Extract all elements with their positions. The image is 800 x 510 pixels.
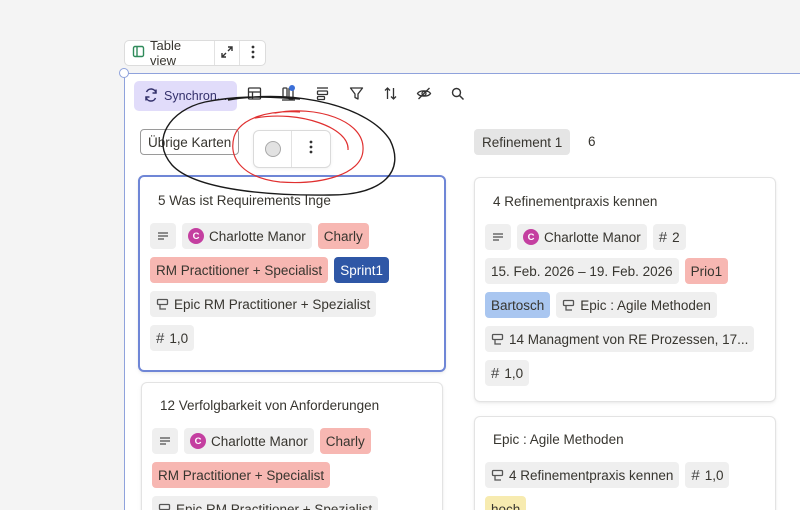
tag-chip: RM Practitioner + Specialist (150, 257, 329, 283)
person-name: Charlotte Manor (211, 433, 308, 449)
hide-properties-button[interactable] (407, 81, 441, 111)
column-more-button[interactable] (292, 131, 330, 167)
epic-label: Epic : Agile Methoden (580, 297, 711, 313)
person-name: Charlotte Manor (544, 229, 641, 245)
relation-icon (563, 299, 575, 311)
number-value: 1,0 (169, 330, 189, 346)
sync-button[interactable]: Synchron... (134, 81, 238, 111)
relation-icon (491, 469, 504, 481)
link-chip: 14 Managment von RE Prozessen, 17... (485, 326, 755, 352)
view-label: Table view (150, 38, 182, 68)
filter-button[interactable] (339, 81, 373, 111)
card-title: 5 Was ist Requirements Inge (158, 193, 331, 208)
avatar: C (190, 433, 206, 449)
number-value: 1,0 (704, 467, 724, 483)
more-vertical-icon (251, 45, 255, 62)
number-icon: # (491, 364, 500, 382)
view-switcher: Table view (124, 38, 266, 68)
avatar: C (523, 229, 539, 245)
date-chip: 15. Feb. 2026 – 19. Feb. 2026 (485, 258, 679, 284)
expand-icon (221, 45, 233, 61)
sort-icon (383, 86, 398, 106)
link-label: 14 Managment von RE Prozessen, 17... (509, 331, 749, 347)
avatar: C (188, 228, 204, 244)
person-chip: C Charlotte Manor (182, 223, 312, 249)
group-button[interactable] (271, 81, 305, 111)
table-view-icon (132, 45, 145, 61)
epic-label: Epic RM Practitioner + Spezialist (176, 501, 373, 510)
person-name: Charlotte Manor (209, 228, 306, 244)
epic-chip: Epic RM Practitioner + Spezialist (150, 291, 377, 317)
table-layout-icon (247, 86, 262, 106)
sprint-chip: Sprint1 (334, 257, 389, 283)
count-chip: # 2 (652, 224, 686, 250)
number-chip: # 1,0 (485, 360, 530, 386)
person-chip: C Charlotte Manor (517, 224, 647, 250)
search-button[interactable] (441, 81, 475, 111)
count-value: 2 (672, 229, 680, 245)
description-chip (152, 428, 178, 454)
column-options-popover (253, 130, 331, 168)
card-title: 4 Refinementpraxis kennen (493, 194, 658, 209)
card-title: Epic : Agile Methoden (493, 432, 624, 447)
column-title: Übrige Karten (148, 134, 232, 150)
person-chip: C Charlotte Manor (184, 428, 314, 454)
number-icon: # (658, 228, 668, 246)
number-chip: # 1,0 (150, 325, 195, 351)
number-icon: # (691, 466, 700, 484)
description-chip (485, 224, 511, 250)
description-chip (150, 223, 176, 249)
relation-icon (156, 298, 169, 310)
tag-chip: Charly (317, 223, 369, 249)
card-layout-button[interactable] (305, 81, 339, 111)
board-card[interactable]: 4 Refinementpraxis kennen C Charlotte Ma… (474, 177, 776, 402)
more-vertical-icon (309, 140, 313, 159)
column-header-uebrige-karten[interactable]: Übrige Karten (140, 129, 240, 155)
align-icon (315, 86, 330, 106)
sync-label: Synchron... (164, 89, 228, 103)
resize-handle[interactable] (119, 68, 129, 78)
text-lines-icon (493, 233, 503, 241)
text-lines-icon (160, 437, 170, 445)
epic-chip: Epic : Agile Methoden (556, 292, 717, 318)
board-toolbar: Synchron... (134, 81, 475, 111)
sync-icon (144, 87, 158, 105)
board-card[interactable]: 12 Verfolgbarkeit von Anforderungen C Ch… (141, 382, 443, 510)
eye-off-icon (416, 86, 432, 106)
sort-button[interactable] (373, 81, 407, 111)
text-lines-icon (158, 232, 168, 240)
expand-button[interactable] (215, 41, 241, 65)
column-color-button[interactable] (254, 131, 292, 167)
number-value: 1,0 (504, 365, 524, 381)
relation-icon (491, 333, 504, 345)
tag-chip: hoch (485, 496, 527, 510)
column-title: Refinement 1 (482, 134, 563, 150)
color-circle-icon (264, 141, 281, 157)
view-selector[interactable]: Table view (125, 38, 216, 68)
tag-chip: Charly (319, 428, 371, 454)
tag-chip: RM Practitioner + Specialist (152, 462, 331, 488)
number-icon: # (156, 329, 165, 347)
board-card[interactable]: Epic : Agile Methoden 4 Refinementpraxis… (474, 416, 776, 510)
view-more-button[interactable] (240, 41, 265, 65)
priority-chip: Prio1 (684, 258, 729, 284)
layout-button[interactable] (237, 81, 271, 111)
owner-chip: Bartosch (485, 292, 551, 318)
relation-icon (158, 503, 171, 510)
epic-chip: Epic RM Practitioner + Spezialist (152, 496, 379, 510)
board-card[interactable]: 5 Was ist Requirements Inge C Charlotte … (138, 175, 446, 372)
epic-label: Epic RM Practitioner + Spezialist (174, 296, 371, 312)
column-count: 6 (588, 134, 596, 149)
link-label: 4 Refinementpraxis kennen (509, 467, 674, 483)
search-icon (451, 87, 465, 106)
column-header-refinement-1[interactable]: Refinement 1 (474, 129, 571, 155)
card-title: 12 Verfolgbarkeit von Anforderungen (160, 398, 380, 413)
link-chip: 4 Refinementpraxis kennen (485, 462, 680, 488)
filter-icon (349, 86, 364, 106)
number-chip: # 1,0 (685, 462, 730, 488)
